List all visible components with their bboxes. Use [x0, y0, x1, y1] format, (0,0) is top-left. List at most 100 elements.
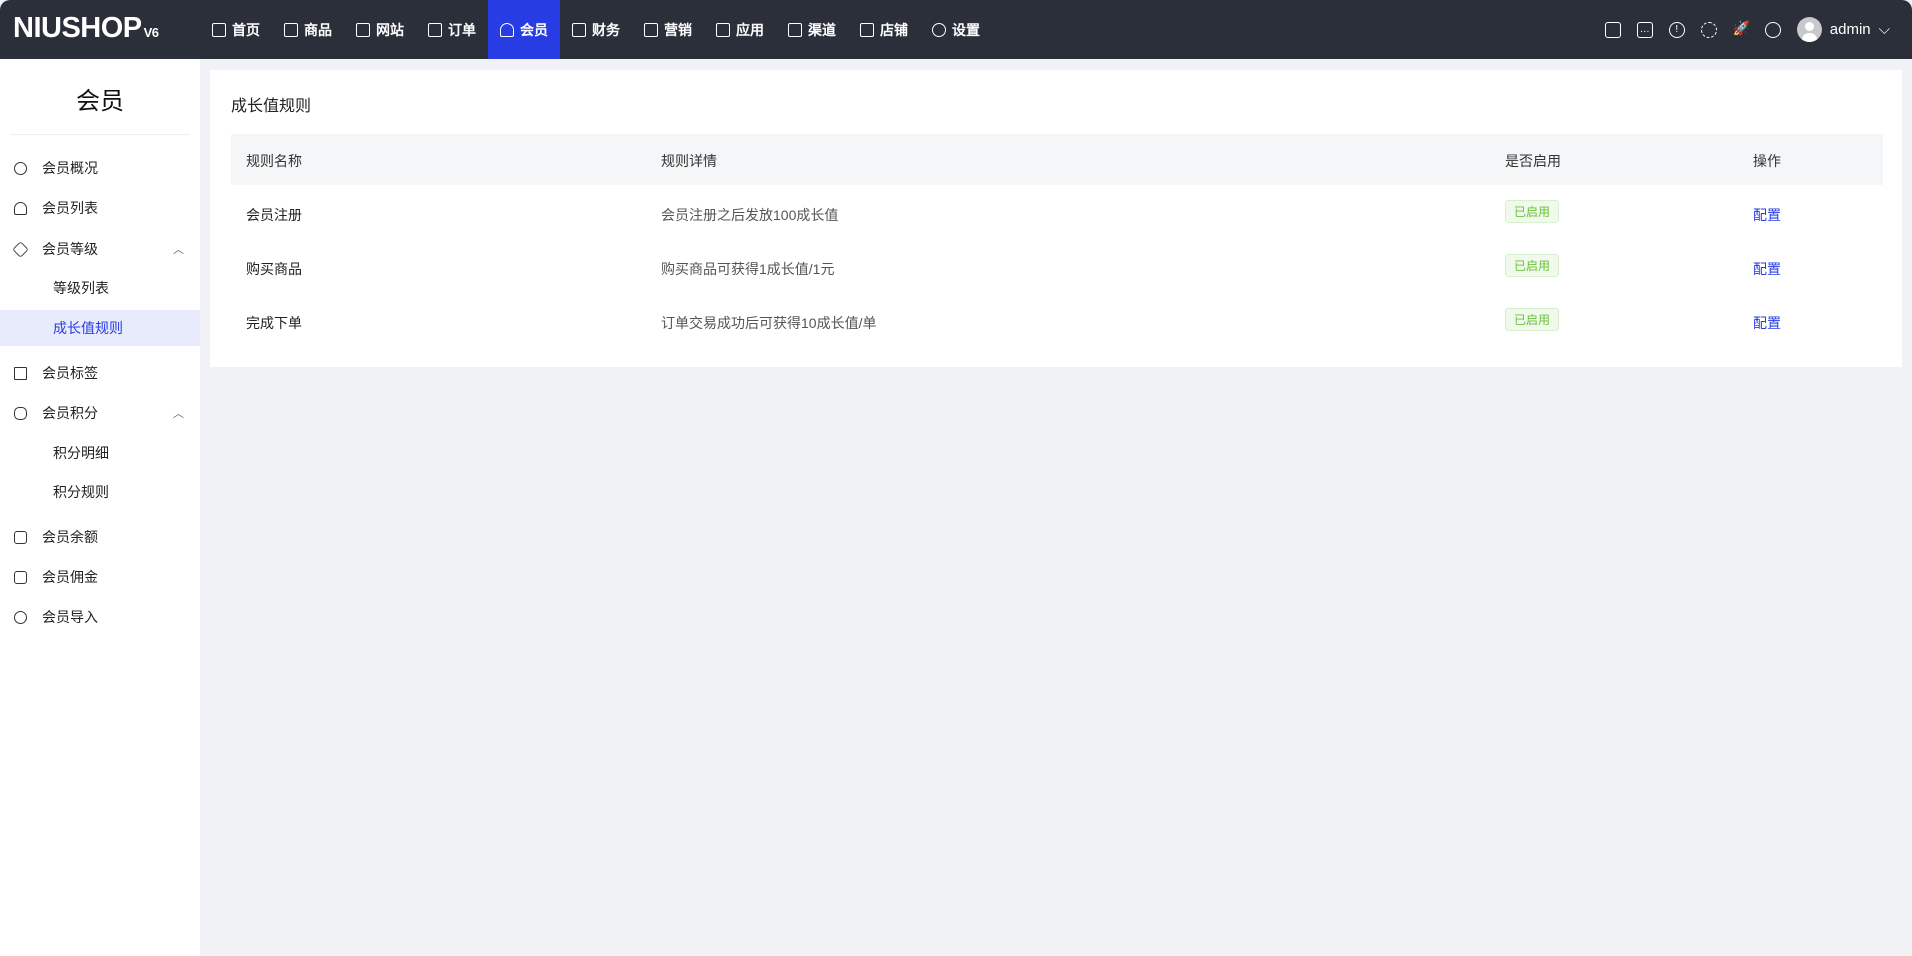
nav-website[interactable]: 网站: [344, 0, 416, 59]
message-icon[interactable]: …: [1636, 21, 1653, 38]
nav-finance[interactable]: 财务: [560, 0, 632, 59]
refresh-icon[interactable]: [1700, 21, 1717, 38]
sidebar-item-overview[interactable]: 会员概况: [0, 150, 200, 186]
status-badge: 已启用: [1505, 200, 1560, 223]
sidebar-item-balance[interactable]: 会员余额: [0, 519, 200, 555]
sidebar-item-label: 会员概况: [42, 160, 98, 176]
sidebar-title: 会员: [76, 88, 124, 115]
header-tools: … ! 🚀 admin ⌵: [1604, 0, 1890, 59]
sidebar-item-list[interactable]: 会员列表: [0, 190, 200, 226]
nav-goods[interactable]: 商品: [272, 0, 344, 59]
rule-detail: 订单交易成功后可获得10成长值/单: [661, 315, 877, 331]
monitor-icon: [212, 22, 226, 37]
store-icon: [860, 22, 874, 37]
nav-apps[interactable]: 应用: [704, 0, 776, 59]
main-nav: 首页 商品 网站 订单 会员 财务 营销 应用 渠道 店铺 设置: [200, 0, 992, 59]
nav-label: 首页: [232, 21, 260, 38]
sidebar-item-tags[interactable]: 会员标签: [0, 355, 200, 391]
username: admin: [1829, 21, 1871, 38]
coins-icon: [14, 406, 27, 420]
configure-link[interactable]: 配置: [1753, 313, 1781, 333]
chart-icon: [644, 22, 658, 37]
chevron-up-icon: ︿: [173, 244, 184, 256]
rocket-icon[interactable]: 🚀: [1733, 21, 1750, 38]
table-header: 规则名称 规则详情 是否启用 操作: [231, 134, 1883, 185]
nav-marketing[interactable]: 营销: [632, 0, 704, 59]
nav-settings[interactable]: 设置: [920, 0, 992, 59]
avatar: [1796, 17, 1822, 42]
wallet-icon: [14, 530, 27, 544]
clipboard-icon: [428, 22, 442, 37]
sidebar-item-levels[interactable]: 会员等级 ︿: [0, 231, 200, 267]
sidebar-item-label: 会员佣金: [42, 569, 98, 585]
top-bar: NIUSHOP V6 首页 商品 网站 订单 会员 财务 营销 应用 渠道 店铺 …: [0, 0, 1912, 59]
info-icon[interactable]: !: [1668, 21, 1685, 38]
sidebar-item-points-rules[interactable]: 积分规则: [0, 474, 200, 510]
sidebar-item-label: 会员导入: [42, 609, 98, 625]
sidebar-item-label: 会员等级: [42, 241, 98, 257]
sidebar-item-points[interactable]: 会员积分 ︿: [0, 395, 200, 431]
sidebar-item-label: 会员列表: [42, 200, 98, 216]
nav-label: 财务: [592, 21, 620, 38]
sidebar-item-label: 会员积分: [42, 405, 98, 421]
user-overview-icon: [14, 161, 27, 175]
growth-rules-card: 成长值规则 规则名称 规则详情 是否启用 操作 会员注册 会员注册之后发放100…: [210, 70, 1902, 367]
column-header: 是否启用: [1505, 153, 1561, 169]
nav-label: 店铺: [880, 21, 908, 38]
logo[interactable]: NIUSHOP V6: [13, 12, 159, 45]
logo-text: NIUSHOP: [13, 12, 142, 44]
chevron-down-icon: ⌵: [1878, 21, 1890, 38]
sidebar-item-label: 积分规则: [53, 484, 109, 500]
nav-home[interactable]: 首页: [200, 0, 272, 59]
sidebar-item-commission[interactable]: 会员佣金: [0, 559, 200, 595]
nav-label: 设置: [952, 21, 980, 38]
box-icon: [284, 22, 298, 37]
configure-link[interactable]: 配置: [1753, 205, 1781, 225]
sidebar-item-level-list[interactable]: 等级列表: [0, 270, 200, 306]
rule-detail: 会员注册之后发放100成长值: [661, 207, 839, 223]
nav-label: 网站: [376, 21, 404, 38]
gear-icon: [14, 610, 27, 624]
sidebar-item-import[interactable]: 会员导入: [0, 599, 200, 635]
user-menu[interactable]: admin ⌵: [1796, 17, 1890, 42]
diamond-icon: [12, 240, 29, 258]
nav-store[interactable]: 店铺: [848, 0, 920, 59]
rule-detail: 购买商品可获得1成长值/1元: [661, 261, 835, 277]
sidebar-item-label: 会员余额: [42, 529, 98, 545]
nav-label: 会员: [520, 21, 548, 38]
bookmark-icon: [14, 366, 27, 380]
rule-name: 会员注册: [246, 207, 302, 223]
logo-version: V6: [143, 25, 159, 40]
status-badge: 已启用: [1505, 254, 1560, 277]
column-header: 操作: [1753, 153, 1781, 169]
shop-icon[interactable]: [1604, 21, 1621, 38]
rule-name: 完成下单: [246, 315, 302, 331]
configure-link[interactable]: 配置: [1753, 259, 1781, 279]
column-header: 规则详情: [661, 153, 717, 169]
status-badge: 已启用: [1505, 308, 1560, 331]
grid-icon: [716, 22, 730, 37]
rule-name: 购买商品: [246, 261, 302, 277]
nav-orders[interactable]: 订单: [416, 0, 488, 59]
nav-label: 营销: [664, 21, 692, 38]
sidebar-item-label: 成长值规则: [53, 320, 123, 336]
gear-icon[interactable]: [1764, 21, 1781, 38]
nav-label: 订单: [448, 21, 476, 38]
wallet-icon: [572, 22, 586, 37]
sidebar-item-label: 积分明细: [53, 445, 109, 461]
yuan-icon: [14, 570, 27, 584]
sidebar-item-label: 等级列表: [53, 280, 109, 296]
nav-label: 渠道: [808, 21, 836, 38]
chevron-up-icon: ︿: [173, 408, 184, 420]
sidebar-item-points-detail[interactable]: 积分明细: [0, 435, 200, 471]
gear-icon: [932, 22, 946, 37]
nav-members[interactable]: 会员: [488, 0, 560, 59]
screen-icon: [788, 22, 802, 37]
nav-label: 商品: [304, 21, 332, 38]
printer-icon: [356, 22, 370, 37]
sidebar-item-label: 会员标签: [42, 365, 98, 381]
column-header: 规则名称: [246, 153, 302, 169]
nav-channels[interactable]: 渠道: [776, 0, 848, 59]
divider: [10, 134, 190, 135]
sidebar-item-growth-rules[interactable]: 成长值规则: [0, 310, 200, 346]
